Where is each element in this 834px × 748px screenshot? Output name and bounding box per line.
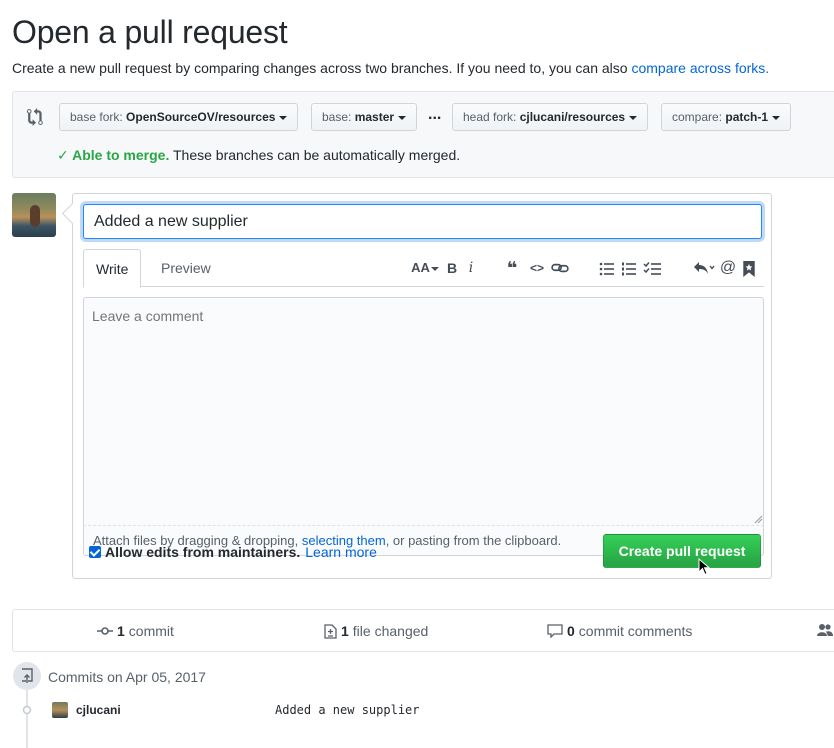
attach-suffix: , or pasting from the clipboard. [385, 533, 562, 548]
bold-icon[interactable]: B [443, 257, 461, 279]
italic-icon[interactable]: i [463, 257, 479, 279]
base-fork-label: base fork: [70, 110, 123, 124]
comments-count: 0 [567, 623, 575, 639]
files-label: file changed [352, 623, 429, 639]
mouse-pointer-icon [698, 558, 710, 576]
head-fork-select[interactable]: head fork: cjlucani/resources [452, 103, 649, 131]
head-fork-label: head fork: [463, 110, 517, 124]
page-title: Open a pull request [12, 14, 288, 50]
compare-arrows-icon [27, 108, 43, 126]
files-count: 1 [341, 623, 349, 639]
tab-write[interactable]: Write [83, 249, 142, 288]
caret-down-icon [279, 115, 288, 120]
comment-icon [547, 624, 563, 638]
commits-stat[interactable]: 1 commit [97, 623, 174, 639]
create-pull-request-button[interactable]: Create pull request [603, 534, 761, 568]
commit-author-avatar [52, 702, 68, 718]
merge-status-text: These branches can be automatically merg… [169, 147, 461, 163]
allow-edits-label: Allow edits from maintainers. [105, 544, 301, 560]
caret-down-icon [629, 115, 638, 120]
repo-push-icon [22, 668, 33, 683]
compare-across-forks-link[interactable]: compare across forks. [631, 60, 769, 76]
pr-stats-bar: 1 commit 1 file changed 0 commit comments [12, 609, 834, 652]
caret-down-icon [430, 266, 439, 271]
head-fork-value: cjlucani/resources [519, 110, 626, 124]
code-icon[interactable]: <> [527, 257, 547, 279]
header-text-icon[interactable]: AA [411, 257, 439, 279]
people-icon [817, 624, 833, 636]
pr-title-input[interactable] [83, 204, 762, 239]
commit-node-icon [22, 705, 32, 715]
quote-icon[interactable]: ❝ [503, 257, 521, 279]
commits-label: commit [128, 623, 174, 639]
header-text-glyph: AA [411, 260, 430, 275]
compare-branch-select[interactable]: compare: patch-1 [661, 103, 792, 131]
comments-label: commit comments [578, 623, 693, 639]
commit-message[interactable]: Added a new supplier [275, 703, 420, 717]
range-ellipsis: ... [428, 106, 442, 123]
comment-textarea[interactable] [83, 297, 764, 526]
tab-preview[interactable]: Preview [149, 249, 223, 287]
subtitle-text: Create a new pull request by comparing c… [12, 60, 632, 76]
commits-date-header: Commits on Apr 05, 2017 [48, 669, 206, 685]
bookmark-icon[interactable] [743, 261, 755, 277]
commit-comments-stat[interactable]: 0 commit comments [547, 623, 692, 639]
allow-edits-checkbox[interactable] [89, 546, 101, 558]
caret-down-icon [398, 115, 407, 120]
link-icon[interactable] [551, 261, 569, 275]
able-to-merge-text: ✓ Able to merge. [57, 147, 170, 163]
commit-author[interactable]: cjlucani [76, 703, 121, 717]
file-diff-icon [324, 623, 337, 639]
learn-more-link[interactable]: Learn more [305, 544, 377, 560]
caret-down-icon [772, 115, 781, 120]
commit-icon [97, 627, 113, 635]
editor-tabs: Write Preview AA B i ❝ <> @ [83, 249, 764, 288]
avatar [12, 193, 56, 237]
files-changed-stat[interactable]: 1 file changed [324, 623, 428, 639]
merge-status: ✓ Able to merge. These branches can be a… [57, 147, 460, 164]
unordered-list-icon[interactable] [599, 262, 615, 276]
base-branch-value: master [354, 110, 395, 124]
resize-grip-icon[interactable] [753, 514, 763, 524]
page-subtitle: Create a new pull request by comparing c… [12, 60, 769, 76]
ordered-list-icon[interactable] [621, 262, 637, 276]
base-fork-value: OpenSourceOV/resources [126, 110, 276, 124]
compare-branch-value: patch-1 [725, 110, 769, 124]
reply-icon[interactable] [693, 261, 715, 275]
base-branch-label: base: [322, 110, 352, 124]
timeline-line [26, 690, 28, 748]
mention-icon[interactable]: @ [719, 257, 737, 279]
range-editor: base fork: OpenSourceOV/resources base: … [12, 91, 834, 178]
task-list-icon[interactable] [643, 262, 661, 276]
compare-branch-label: compare: [672, 110, 723, 124]
pull-request-form: Write Preview AA B i ❝ <> @ [72, 193, 772, 579]
base-branch-select[interactable]: base: master [311, 103, 418, 131]
commits-badge [13, 662, 41, 690]
allow-edits-option[interactable]: Allow edits from maintainers. Learn more [89, 544, 377, 560]
commits-count: 1 [117, 623, 125, 639]
base-fork-select[interactable]: base fork: OpenSourceOV/resources [59, 103, 299, 131]
contributors-stat[interactable] [817, 623, 834, 637]
